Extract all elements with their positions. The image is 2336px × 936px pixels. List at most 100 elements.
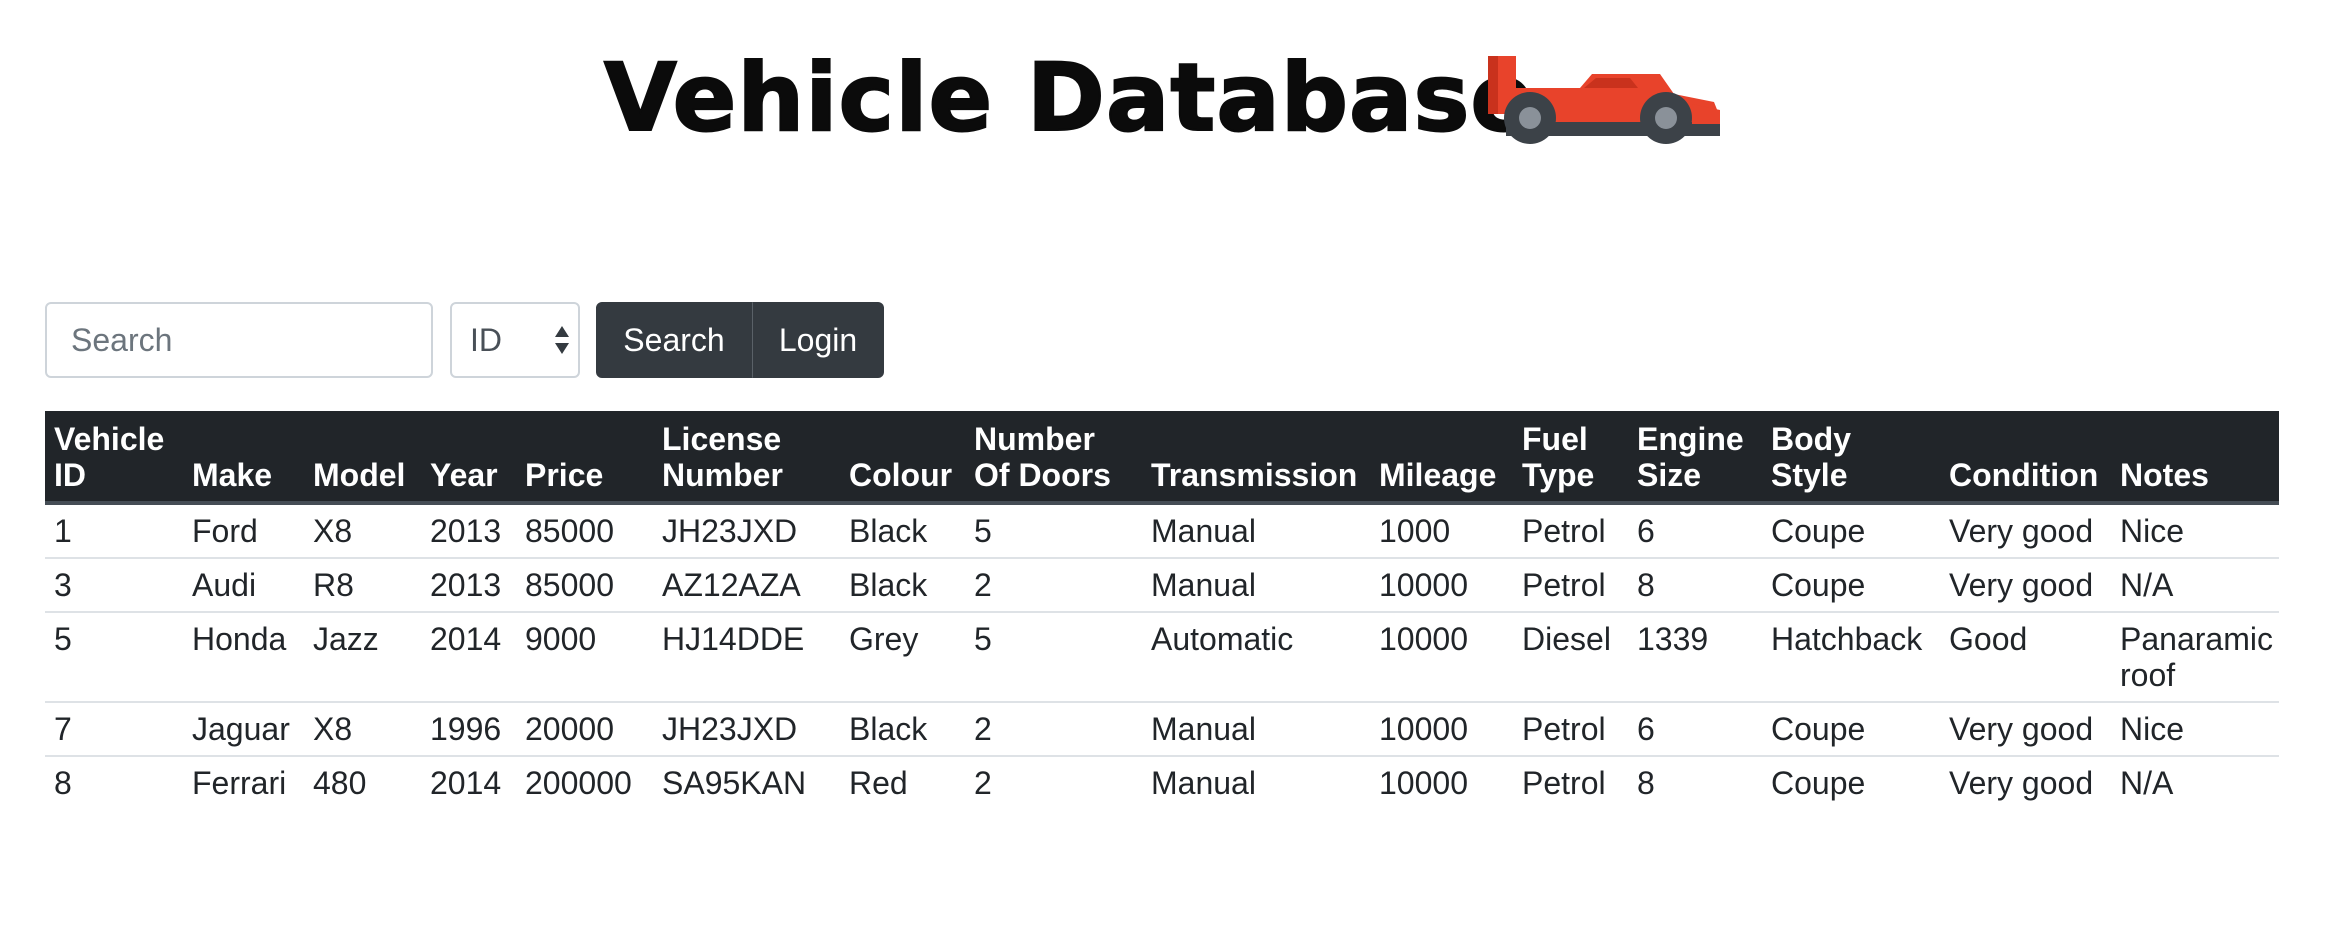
column-header-fuel-type: Fuel Type [1513, 411, 1628, 505]
cell-body-style: Coupe [1762, 558, 1940, 613]
cell-body-style: Hatchback [1762, 612, 1940, 703]
login-button[interactable]: Login [752, 302, 884, 378]
cell-mileage: 10000 [1370, 612, 1513, 703]
cell-transmission: Manual [1142, 702, 1370, 757]
cell-license-number: JH23JXD [653, 503, 840, 559]
cell-license-number: JH23JXD [653, 702, 840, 757]
cell-year: 2013 [421, 503, 516, 559]
cell-body-style: Coupe [1762, 503, 1940, 559]
cell-year: 2013 [421, 558, 516, 613]
cell-license-number: SA95KAN [662, 765, 807, 801]
cell-condition: Very good [1940, 702, 2111, 757]
cell-price: 85000 [516, 503, 653, 559]
cell-model: X8 [304, 702, 421, 757]
cell-number-of-doors: 2 [965, 702, 1142, 757]
cell-engine-size: 6 [1628, 702, 1762, 757]
cell-body-style: Coupe [1771, 765, 1866, 801]
table-row: 5 Honda Jazz 2014 9000 HJ14DDE Grey 5 Automatic 1… [45, 612, 2279, 703]
search-field-select[interactable]: ID [450, 302, 580, 378]
column-header-body-style: Body Style [1762, 411, 1940, 505]
cell-condition: Very good [1949, 765, 2094, 801]
cell-mileage: 10000 [1370, 558, 1513, 613]
column-header-license-number: License Number [653, 411, 840, 505]
cell-colour: Black [840, 702, 965, 757]
cell-vehicle-id: 8 [54, 765, 72, 801]
table-body: 1 Ford X8 2013 85000 JH23JXD Black 5 Manual 1000 P… [45, 503, 2279, 809]
race-car-icon [1488, 56, 1720, 144]
cell-year: 1996 [421, 702, 516, 757]
cell-year: 2014 [430, 765, 502, 801]
cell-number-of-doors: 2 [965, 558, 1142, 613]
cell-vehicle-id: 5 [45, 612, 183, 703]
cell-fuel-type: Diesel [1513, 612, 1628, 703]
search-input[interactable] [45, 302, 433, 378]
page-title: Vehicle Database [603, 44, 1536, 153]
cell-license-number: AZ12AZA [653, 558, 840, 613]
column-header-transmission: Transmission [1142, 411, 1370, 505]
cell-transmission: Automatic [1142, 612, 1370, 703]
column-header-price: Price [516, 411, 653, 505]
cell-condition: Very good [1940, 558, 2111, 613]
cell-model: Jazz [304, 612, 421, 703]
cell-transmission: Manual [1151, 765, 1256, 801]
table-header-row: Vehicle ID Make Model Year Price License… [45, 411, 2279, 505]
cell-body-style: Coupe [1762, 702, 1940, 757]
column-header-engine-size: Engine Size [1628, 411, 1762, 505]
cell-mileage: 10000 [1379, 765, 1468, 801]
select-updown-icon [555, 326, 569, 354]
column-header-number-of-doors: Number Of Doors [965, 411, 1142, 505]
cell-model: 480 [313, 765, 367, 801]
search-button[interactable]: Search [596, 302, 752, 378]
table-row: 1 Ford X8 2013 85000 JH23JXD Black 5 Manual 1000 P… [45, 503, 2279, 559]
cell-transmission: Manual [1142, 503, 1370, 559]
cell-condition: Good [1940, 612, 2111, 703]
table-row: 8 Ferrari 480 2014 200000 SA95KAN Red 2 Manual 10… [45, 756, 2279, 809]
search-bar: ID Search Login [45, 302, 884, 378]
cell-fuel-type: Petrol [1513, 503, 1628, 559]
cell-model: R8 [304, 558, 421, 613]
cell-colour: Black [840, 558, 965, 613]
cell-license-number: HJ14DDE [653, 612, 840, 703]
cell-notes: Nice [2111, 702, 2279, 757]
cell-mileage: 1000 [1370, 503, 1513, 559]
table-row: 7 Jaguar X8 1996 20000 JH23JXD Black 2 Manual 100… [45, 702, 2279, 757]
column-header-mileage: Mileage [1370, 411, 1513, 505]
cell-vehicle-id: 7 [45, 702, 183, 757]
cell-engine-size: 6 [1628, 503, 1762, 559]
column-header-notes: Notes [2111, 411, 2279, 505]
cell-make: Ferrari [192, 765, 287, 801]
cell-colour: Grey [840, 612, 965, 703]
column-header-make: Make [183, 411, 304, 505]
cell-notes: Panaramic roof [2111, 612, 2279, 703]
cell-vehicle-id: 3 [45, 558, 183, 613]
cell-mileage: 10000 [1370, 702, 1513, 757]
cell-year: 2014 [421, 612, 516, 703]
cell-fuel-type: Petrol [1522, 765, 1606, 801]
cell-notes: N/A [2120, 765, 2174, 801]
cell-make: Jaguar [183, 702, 304, 757]
cell-engine-size: 8 [1637, 765, 1655, 801]
cell-price: 85000 [516, 558, 653, 613]
column-header-condition: Condition [1940, 411, 2111, 505]
site-logo: Vehicle Database [603, 44, 1734, 154]
column-header-model: Model [304, 411, 421, 505]
column-header-vehicle-id: Vehicle ID [45, 411, 183, 505]
cell-condition: Very good [1940, 503, 2111, 559]
vehicles-table: Vehicle ID Make Model Year Price License… [45, 411, 2279, 809]
cell-fuel-type: Petrol [1513, 558, 1628, 613]
cell-price: 20000 [516, 702, 653, 757]
cell-model: X8 [304, 503, 421, 559]
cell-engine-size: 8 [1628, 558, 1762, 613]
cell-number-of-doors: 5 [965, 503, 1142, 559]
cell-notes: Nice [2111, 503, 2279, 559]
cell-make: Ford [183, 503, 304, 559]
cell-colour: Red [849, 765, 908, 801]
cell-notes: N/A [2111, 558, 2279, 613]
cell-price: 200000 [525, 765, 632, 801]
column-header-year: Year [421, 411, 516, 505]
cell-engine-size: 1339 [1628, 612, 1762, 703]
cell-fuel-type: Petrol [1513, 702, 1628, 757]
cell-number-of-doors: 2 [974, 765, 992, 801]
cell-price: 9000 [516, 612, 653, 703]
cell-transmission: Manual [1142, 558, 1370, 613]
